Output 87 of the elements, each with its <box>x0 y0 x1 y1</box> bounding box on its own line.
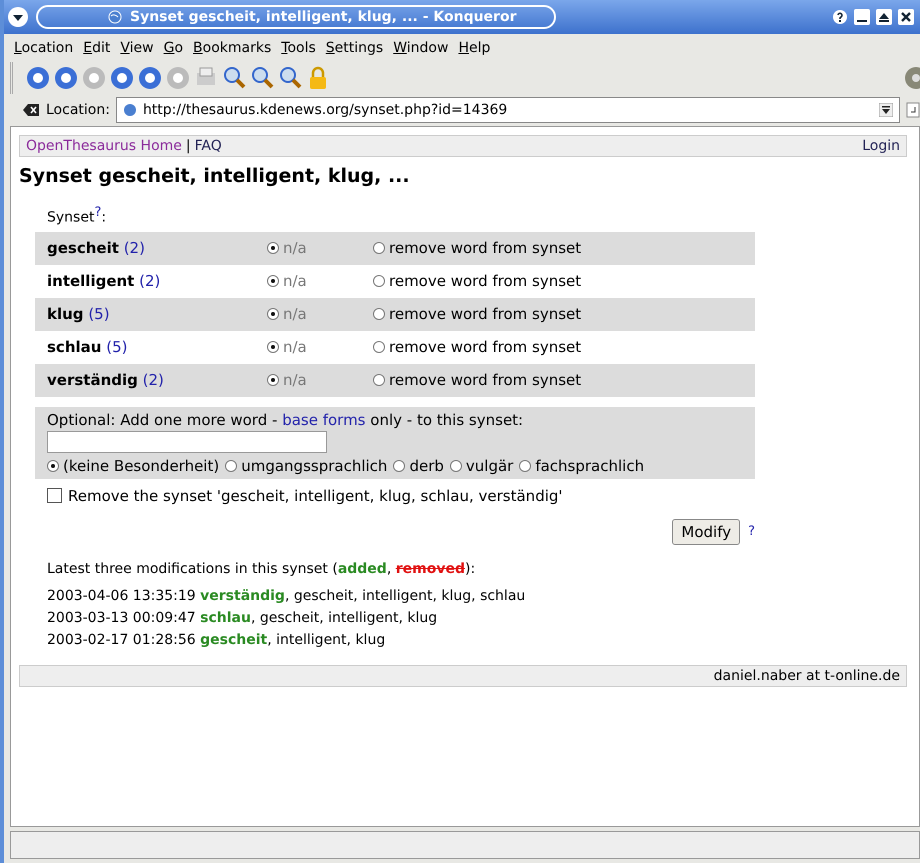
radio-button[interactable] <box>267 341 279 354</box>
magnifier-icon[interactable] <box>221 65 247 91</box>
colon-text: : <box>101 210 106 226</box>
option-label: n/a <box>283 338 307 356</box>
option-label: n/a <box>283 305 307 324</box>
checkbox[interactable] <box>47 488 62 504</box>
window-title: Synset gescheit, intelligent, klug, ... - Konqueror <box>130 9 516 25</box>
add-word-prompt: Optional: Add one more word - base forms only - to this synset: <box>47 410 524 429</box>
option-label: n/a <box>283 272 307 290</box>
radio-button[interactable] <box>267 275 279 288</box>
footer-text: daniel.naber at t-online.de <box>714 668 900 684</box>
round-toolbar-icon[interactable] <box>25 65 51 91</box>
register-label: fachsprachlich <box>535 456 644 475</box>
radio-button[interactable] <box>450 460 462 472</box>
radio-button[interactable] <box>267 308 279 320</box>
radio-button[interactable] <box>373 275 385 288</box>
login-link[interactable]: Login <box>862 138 900 154</box>
register-label: derb <box>409 456 444 475</box>
menu-item[interactable]: Location <box>14 40 74 56</box>
help-icon[interactable] <box>832 9 848 25</box>
menu-item[interactable]: Help <box>458 40 490 56</box>
count-link[interactable]: (5) <box>106 338 128 356</box>
window-menu-icon[interactable] <box>8 7 28 27</box>
radio-button[interactable] <box>373 374 385 386</box>
help-link[interactable]: ? <box>748 524 755 540</box>
modification-entry: 2003-02-17 01:28:56 gescheit, intelligent, klug <box>47 630 386 650</box>
radio-button[interactable] <box>47 460 59 472</box>
menu-item[interactable]: Edit <box>83 40 110 56</box>
radio-button[interactable] <box>267 374 279 386</box>
radio-button[interactable] <box>373 341 385 354</box>
round-toolbar-icon[interactable] <box>137 65 163 91</box>
synset-label: Synset <box>47 210 94 226</box>
clear-location-icon[interactable] <box>22 103 40 117</box>
option-label: n/a <box>283 371 307 390</box>
go-icon[interactable] <box>906 102 920 118</box>
round-toolbar-icon[interactable] <box>109 65 135 91</box>
base-forms-link[interactable]: base forms <box>282 410 366 429</box>
menu-item[interactable]: Go <box>164 40 184 56</box>
register-label: vulgär <box>466 456 514 475</box>
round-toolbar-icon[interactable] <box>53 65 79 91</box>
radio-button[interactable] <box>519 460 532 472</box>
menu-item[interactable]: Tools <box>281 40 316 56</box>
radio-button[interactable] <box>373 242 385 254</box>
count-link[interactable]: (2) <box>139 272 160 290</box>
menu-item[interactable]: View <box>120 40 154 56</box>
menu-item[interactable]: Bookmarks <box>193 40 272 56</box>
page-heading: Synset gescheit, intelligent, klug, ... <box>19 165 411 187</box>
modification-entry: 2003-03-13 00:09:47 schlau, gescheit, intelligent, klug <box>47 608 438 628</box>
modification-entry: 2003-04-06 13:35:19 verständig, gescheit, intelligent, klug, schlau <box>47 586 526 606</box>
radio-button[interactable] <box>393 460 406 472</box>
dropdown-icon[interactable] <box>879 103 893 117</box>
magnifier-icon[interactable] <box>249 65 275 91</box>
menu-item[interactable]: Window <box>393 40 448 56</box>
nav-link[interactable]: OpenThesaurus Home <box>26 138 182 154</box>
word-text: schlau <box>47 338 102 356</box>
radio-button[interactable] <box>267 242 279 254</box>
word-text: gescheit <box>47 239 119 258</box>
option-label: remove word from synset <box>389 338 582 356</box>
modifications-heading: Latest three modifications in this synset (added, removed): <box>47 560 476 577</box>
magnifier-icon[interactable] <box>277 65 303 91</box>
modify-button[interactable]: Modify <box>672 518 740 545</box>
separator-text: | <box>186 138 191 154</box>
option-label: remove word from synset <box>389 305 582 324</box>
count-link[interactable]: (2) <box>142 371 164 390</box>
word-text: klug <box>47 305 84 324</box>
option-label: remove word from synset <box>389 272 582 290</box>
maximize-icon[interactable] <box>876 9 892 25</box>
minimize-icon[interactable] <box>854 9 870 25</box>
register-label: umgangssprachlich <box>241 456 388 475</box>
count-link[interactable]: (2) <box>124 239 145 258</box>
radio-button[interactable] <box>373 308 385 320</box>
word-input-field[interactable] <box>47 430 327 453</box>
register-label: (keine Besonderheit) <box>63 456 220 475</box>
radio-button[interactable] <box>225 460 238 472</box>
nav-link[interactable]: FAQ <box>194 138 222 154</box>
word-text: verständig <box>47 371 138 390</box>
help-link[interactable]: ? <box>94 205 102 220</box>
location-label: Location: <box>46 102 110 118</box>
option-label: remove word from synset <box>389 371 582 390</box>
option-label: n/a <box>283 239 307 258</box>
word-text: intelligent <box>47 272 134 290</box>
url-field[interactable]: http://thesaurus.kdenews.org/synset.php?id=14369 <box>116 97 900 123</box>
count-link[interactable]: (5) <box>88 305 110 324</box>
option-label: remove word from synset <box>389 239 582 258</box>
close-icon[interactable] <box>898 9 914 25</box>
checkbox-label: Remove the synset 'gescheit, intelligent, klug, schlau, verständig' <box>68 486 563 505</box>
menu-item[interactable]: Settings <box>326 40 384 56</box>
